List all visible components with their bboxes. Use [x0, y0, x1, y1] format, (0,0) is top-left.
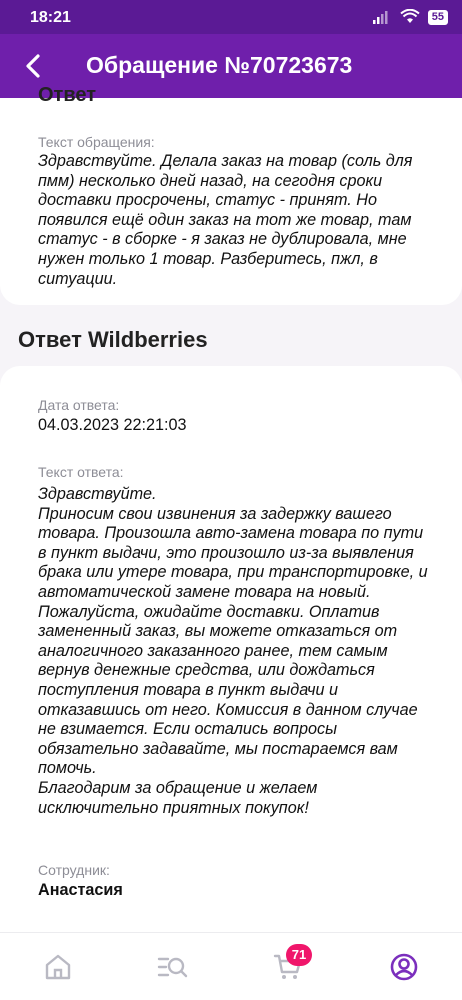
- request-text: Здравствуйте. Делала заказ на товар (сол…: [38, 152, 413, 288]
- wifi-icon: [400, 9, 420, 23]
- bottom-navigation: [0, 932, 462, 1000]
- status-time: 18:21: [30, 9, 71, 26]
- system-icons: 55: [372, 9, 448, 25]
- answer-date-label: Дата ответа:: [38, 397, 120, 413]
- answer-card: Дата ответа: 04.03.2023 22:21:03 Текст о…: [0, 366, 462, 932]
- employee-label: Сотрудник:: [38, 862, 110, 878]
- signal-icon: [372, 11, 388, 24]
- catalog-search-icon[interactable]: [156, 951, 188, 983]
- cart-count-badge: 71: [286, 944, 312, 966]
- request-text-label: Текст обращения:: [38, 134, 155, 150]
- answer-text: Здравствуйте. Приносим свои извинения за…: [38, 485, 428, 817]
- cut-off-heading: Ответ: [38, 84, 97, 106]
- answer-text-label: Текст ответа:: [38, 464, 124, 480]
- status-bar: 18:21 55: [0, 0, 462, 34]
- employee-name: Анастасия: [38, 881, 123, 899]
- answer-date: 04.03.2023 22:21:03: [38, 416, 187, 434]
- profile-icon[interactable]: [388, 951, 420, 983]
- page-title: Обращение №70723673: [86, 52, 353, 78]
- answer-section-title: Ответ Wildberries: [18, 327, 208, 352]
- battery-indicator: 55: [427, 9, 448, 25]
- back-arrow-icon[interactable]: [18, 50, 50, 82]
- home-icon[interactable]: [42, 951, 74, 983]
- request-card: Ответ Текст обращения: Здравствуйте. Дел…: [0, 84, 462, 305]
